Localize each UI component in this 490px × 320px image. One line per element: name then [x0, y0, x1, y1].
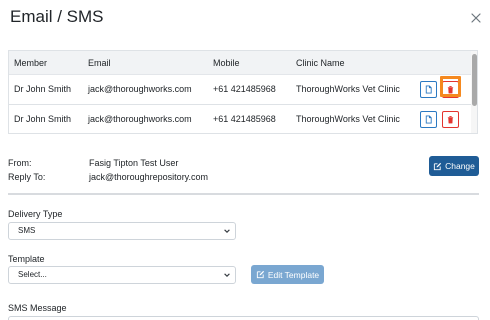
template-select[interactable]: Select...	[8, 266, 236, 284]
sms-message-textarea[interactable]	[8, 316, 479, 320]
column-header-clinic-name: Clinic Name	[296, 58, 345, 68]
table-row: Dr John Smith jack@thoroughworks.com +61…	[9, 75, 471, 105]
reply-to-label: Reply To:	[8, 172, 46, 182]
table-scrollbar[interactable]	[471, 51, 477, 133]
template-value: Select...	[18, 270, 47, 279]
mobile-cell: +61 421485968	[213, 84, 276, 94]
change-button[interactable]: Change	[429, 156, 479, 176]
from-label: From:	[8, 158, 32, 168]
column-header-mobile: Mobile	[213, 58, 240, 68]
delete-button-highlight	[440, 76, 461, 97]
trash-icon	[447, 116, 454, 124]
clinic-cell: ThoroughWorks Vet Clinic	[296, 84, 400, 94]
from-value: Fasig Tipton Test User	[89, 158, 179, 168]
delivery-type-select[interactable]: SMS	[8, 222, 236, 240]
delivery-type-label: Delivery Type	[8, 209, 63, 219]
member-cell: Dr John Smith	[14, 114, 72, 124]
table-row: Dr John Smith jack@thoroughworks.com +61…	[9, 105, 471, 133]
view-document-button[interactable]	[420, 111, 437, 128]
template-label: Template	[8, 254, 45, 264]
delete-button[interactable]	[442, 111, 459, 128]
member-cell: Dr John Smith	[14, 84, 72, 94]
chevron-down-icon	[224, 229, 230, 233]
mobile-cell: +61 421485968	[213, 114, 276, 124]
clinic-cell: ThoroughWorks Vet Clinic	[296, 114, 400, 124]
edit-icon	[256, 270, 264, 279]
modal-title: Email / SMS	[10, 7, 104, 26]
column-header-email: Email	[88, 58, 111, 68]
edit-icon	[434, 162, 442, 170]
email-cell: jack@thoroughworks.com	[88, 114, 192, 124]
view-document-button[interactable]	[420, 81, 437, 98]
column-header-member: Member	[14, 58, 48, 68]
change-button-label: Change	[445, 161, 475, 171]
close-icon[interactable]	[470, 12, 482, 24]
document-icon	[425, 85, 432, 94]
section-divider	[8, 193, 479, 195]
delivery-type-value: SMS	[18, 226, 36, 235]
sms-message-label: SMS Message	[8, 303, 67, 313]
scrollbar-thumb[interactable]	[472, 54, 477, 106]
reply-to-value: jack@thoroughrepository.com	[89, 172, 209, 182]
table-header: Member Email Mobile Clinic Name	[9, 51, 471, 75]
document-icon	[425, 115, 432, 124]
email-cell: jack@thoroughworks.com	[88, 84, 192, 94]
edit-template-button[interactable]: Edit Template	[251, 265, 324, 284]
recipients-table: Member Email Mobile Clinic Name Dr John …	[8, 50, 478, 134]
edit-template-label: Edit Template	[267, 269, 320, 280]
chevron-down-icon	[224, 273, 230, 277]
